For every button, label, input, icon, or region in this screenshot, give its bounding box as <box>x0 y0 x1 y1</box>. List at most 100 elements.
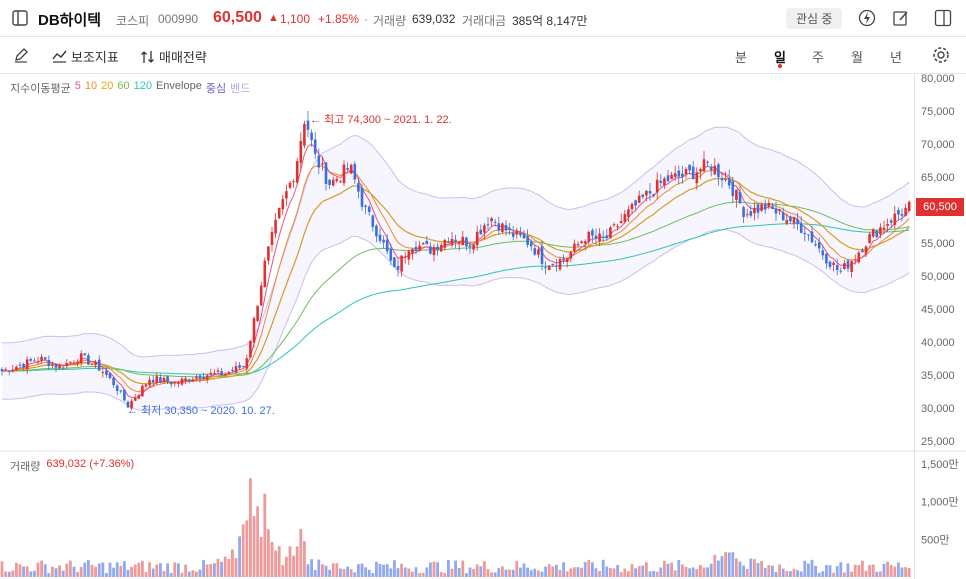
candle-body <box>630 203 634 210</box>
candle-body <box>144 384 148 387</box>
volume-bar <box>126 569 130 577</box>
volume-bar <box>144 572 148 577</box>
panel-toggle-icon[interactable] <box>934 9 952 27</box>
price-axis-tick: 55,000 <box>921 238 955 250</box>
price-axis-tick: 80,000 <box>921 74 955 85</box>
volume-bar <box>436 562 439 577</box>
period-minute[interactable]: 분 <box>735 47 747 66</box>
candle-body <box>396 265 400 270</box>
volume-bar <box>663 560 666 577</box>
volume-bar <box>871 564 875 577</box>
volume-bar <box>76 571 79 577</box>
price-change-pct: +1.85% <box>318 12 360 26</box>
candle-body <box>598 233 601 242</box>
candle-body <box>105 370 108 376</box>
period-year[interactable]: 년 <box>890 47 902 66</box>
candle-body <box>526 236 529 245</box>
lightning-icon[interactable] <box>858 9 876 27</box>
volume-bar <box>537 570 540 577</box>
volume-bar <box>115 562 119 577</box>
period-month[interactable]: 월 <box>851 47 863 66</box>
volume-bar <box>105 573 108 577</box>
watchlist-button[interactable]: 관심 중 <box>786 8 843 29</box>
price-chart[interactable]: 80,00075,00070,00065,00060,00055,00050,0… <box>0 74 966 579</box>
volume-bar <box>684 566 688 577</box>
candle-body <box>0 369 4 372</box>
candle-body <box>342 164 346 184</box>
ma5-label: 5 <box>74 80 81 92</box>
indicator-button[interactable]: 보조지표 <box>52 47 119 66</box>
candle-body <box>472 244 475 250</box>
edit-icon[interactable] <box>892 9 910 27</box>
volume-bar <box>616 564 619 577</box>
candle-body <box>706 161 709 163</box>
candle-body <box>778 209 781 212</box>
candle-body <box>234 366 238 373</box>
candle-body <box>846 260 850 269</box>
volume-bar <box>720 556 724 577</box>
candle-body <box>864 246 868 254</box>
volume-legend-value: 639,032 (+7.36%) <box>46 458 135 470</box>
candle-body <box>475 231 479 246</box>
volume-bar <box>285 556 288 577</box>
candle-body <box>429 246 432 254</box>
volume-bar <box>893 566 897 577</box>
volume-bar <box>760 561 763 577</box>
volume-bar <box>51 566 54 577</box>
volume-bar <box>504 569 508 577</box>
candle-body <box>447 241 450 244</box>
sidebar-toggle-icon[interactable] <box>12 10 28 26</box>
candle-body <box>97 359 101 371</box>
volume-bar <box>339 568 342 577</box>
candle-body <box>817 242 821 249</box>
volume-bar <box>681 564 684 577</box>
volume-bar <box>184 564 187 577</box>
candle-body <box>861 250 864 253</box>
volume-bar <box>108 562 112 577</box>
candle-body <box>439 245 443 252</box>
volume-bar <box>11 570 15 577</box>
candle-body <box>198 375 202 379</box>
volume-bar <box>497 568 501 577</box>
candle-body <box>619 221 623 224</box>
volume-bar <box>403 567 407 577</box>
stock-name: DB하이텍 <box>38 12 102 29</box>
candle-body <box>785 219 789 224</box>
envelope-mid-label: 중심 <box>205 83 227 95</box>
period-week[interactable]: 주 <box>812 47 824 66</box>
volume-bar <box>897 562 900 577</box>
volume-bar <box>461 560 465 577</box>
candle-body <box>310 132 313 141</box>
candle-body <box>72 362 76 364</box>
candle-body <box>87 355 90 365</box>
candle-body <box>627 209 630 217</box>
volume-bar <box>670 562 673 577</box>
volume-bar <box>468 567 472 577</box>
volume-bar <box>220 561 223 577</box>
settings-gear-icon[interactable] <box>932 46 950 64</box>
candle-body <box>868 233 871 244</box>
pencil-icon[interactable] <box>13 47 29 63</box>
volume-bar <box>306 564 310 577</box>
candle-body <box>108 373 112 379</box>
volume-bar <box>90 564 94 577</box>
candle-body <box>663 178 666 186</box>
volume-bar <box>69 560 72 577</box>
volume-bar <box>177 563 180 577</box>
volume-bar <box>825 565 828 577</box>
volume-bar <box>659 567 663 577</box>
volume-bar <box>7 571 11 577</box>
strategy-button[interactable]: 매매전략 <box>140 47 207 66</box>
candle-body <box>202 376 205 379</box>
volume-bar <box>447 559 450 577</box>
candle-body <box>501 223 504 232</box>
candle-body <box>828 261 832 267</box>
candle-body <box>411 249 414 254</box>
candle-body <box>493 221 497 223</box>
volume-bar <box>371 572 375 577</box>
candle-body <box>4 369 7 371</box>
volume-bar <box>295 546 299 577</box>
candle-body <box>771 206 774 209</box>
candle-body <box>187 379 191 382</box>
candle-body <box>11 369 15 372</box>
